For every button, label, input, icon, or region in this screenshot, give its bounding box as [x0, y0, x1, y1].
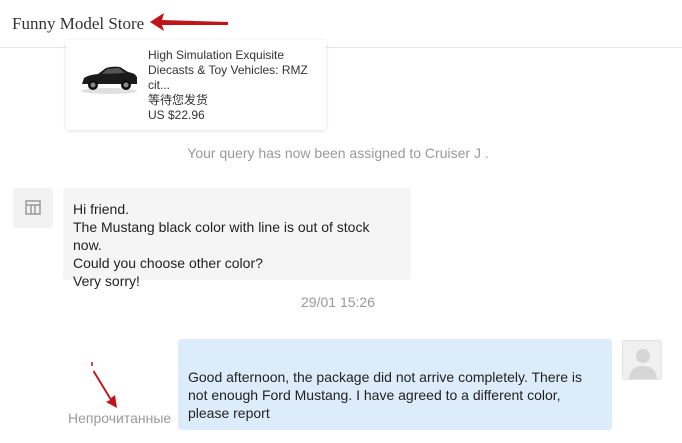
red-arrow-icon: [150, 13, 228, 31]
store-avatar-icon: [13, 188, 53, 228]
product-info: High Simulation Exquisite Diecasts & Toy…: [148, 48, 320, 123]
message-timestamp: 29/01 15:26: [301, 294, 375, 310]
system-message: Your query has now been assigned to Crui…: [187, 145, 489, 161]
product-status: 等待您发货: [148, 93, 209, 107]
user-avatar-icon: [622, 340, 662, 380]
product-price: US $22.96: [148, 108, 205, 122]
seller-message-bubble: Hi friend. The Mustang black color with …: [63, 188, 411, 289]
red-arrow-icon: [91, 362, 117, 408]
message-line: Very sorry!: [73, 273, 140, 289]
unread-status: Непрочитанные: [68, 410, 172, 426]
message-line: Could you choose other color?: [73, 255, 263, 271]
product-title[interactable]: High Simulation Exquisite Diecasts & Toy…: [148, 48, 320, 93]
store-name[interactable]: Funny Model Store: [12, 14, 144, 34]
message-text: Good afternoon, the package did not arri…: [188, 369, 583, 421]
message-line: The Mustang black color with line is out…: [73, 219, 370, 253]
message-line: Hi friend.: [73, 201, 130, 217]
buyer-message-bubble: Good afternoon, the package did not arri…: [178, 339, 612, 430]
black-car-image: [81, 66, 137, 94]
product-card[interactable]: High Simulation Exquisite Diecasts & Toy…: [66, 40, 326, 130]
